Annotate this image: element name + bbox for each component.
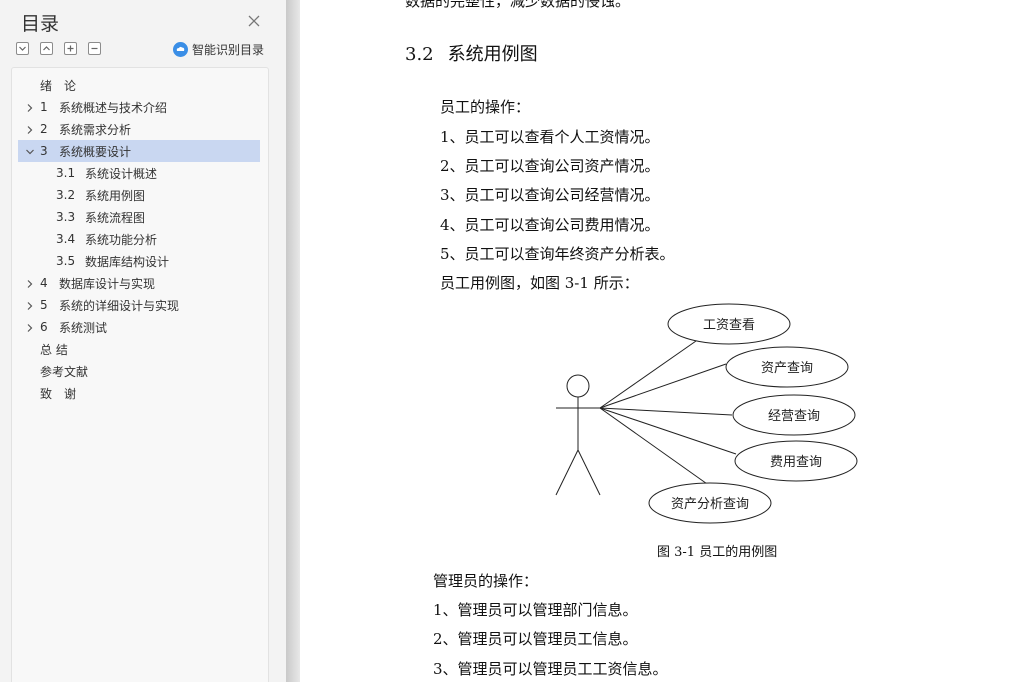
toc-item-number: 3: [40, 144, 48, 158]
toc-item-number: 3.3: [56, 210, 76, 224]
toc-item-label: 数据库设计与实现: [59, 276, 156, 291]
toc-item[interactable]: 2 系统需求分析: [18, 118, 260, 140]
toc-item-number: 3.1: [56, 166, 76, 180]
toc-item-number: 2: [40, 122, 48, 136]
toc-item[interactable]: 3.5 数据库结构设计: [18, 250, 260, 272]
toc-title: 目录: [21, 13, 60, 35]
toc-item-label: 系统流程图: [85, 210, 146, 225]
toc-item-number: 1: [40, 100, 48, 114]
chevron-right-icon[interactable]: [25, 124, 35, 134]
employee-op: 5、员工可以查询年终资产分析表。: [440, 245, 675, 263]
toc-item[interactable]: 参考文献: [18, 360, 260, 382]
toc-sidebar: 目录 智能识别目录 绪 论 1 系统概述与技术介绍 2 系统需求分析 3 系统概要设计 3.1…: [0, 0, 286, 682]
association-line: [599, 363, 727, 409]
toc-item-label: 总 结: [40, 342, 68, 357]
toc-item-number: 6: [40, 320, 48, 334]
admin-intro: 管理员的操作：: [433, 572, 539, 590]
toc-item[interactable]: 4 数据库设计与实现: [18, 272, 260, 294]
use-case: 资产查询: [725, 346, 849, 388]
association-line: [599, 407, 733, 416]
toc-item-label: 系统的详细设计与实现: [59, 298, 180, 313]
toc-list: 绪 论 1 系统概述与技术介绍 2 系统需求分析 3 系统概要设计 3.1 系统设计概述 3.2 系…: [11, 67, 269, 682]
admin-op: 3、管理员可以管理员工工资信息。: [433, 660, 668, 678]
toc-item[interactable]: 1 系统概述与技术介绍: [18, 96, 260, 118]
admin-op: 2、管理员可以管理员工信息。: [433, 630, 638, 648]
use-case-label: 费用查询: [770, 455, 822, 470]
toc-item-label: 系统测试: [59, 320, 108, 335]
partial-text-line: 数据的完整性，减少数据的侵蚀。: [405, 0, 631, 10]
admin-op: 1、管理员可以管理部门信息。: [433, 601, 638, 619]
smart-toc-button[interactable]: 智能识别目录: [173, 41, 264, 57]
use-case-diagram: 工资查看 资产查询 经营查询 费用查询 资产分析查询: [555, 303, 858, 524]
actor-figure: [555, 374, 601, 496]
toc-item[interactable]: 6 系统测试: [18, 316, 260, 338]
chevron-right-icon[interactable]: [25, 300, 35, 310]
expand-all-icon[interactable]: [40, 42, 53, 55]
chevron-right-icon[interactable]: [25, 278, 35, 288]
toc-item-label: 数据库结构设计: [85, 254, 170, 269]
chevron-down-icon[interactable]: [25, 146, 35, 156]
toc-item[interactable]: 3.4 系统功能分析: [18, 228, 260, 250]
chevron-right-icon[interactable]: [25, 322, 35, 332]
smart-recognize-icon: [173, 41, 188, 57]
toc-item-label: 系统概要设计: [59, 144, 132, 159]
toc-item[interactable]: 总 结: [18, 338, 260, 360]
employee-op: 2、员工可以查询公司资产情况。: [440, 157, 660, 175]
use-case: 工资查看: [667, 303, 791, 345]
toc-item-number: 3.5: [56, 254, 76, 268]
use-case: 资产分析查询: [648, 482, 772, 524]
use-case: 经营查询: [732, 394, 856, 436]
collapse-all-icon[interactable]: [16, 42, 29, 55]
use-case-label: 资产分析查询: [671, 497, 749, 512]
use-case-label: 工资查看: [703, 317, 755, 333]
toc-item-number: 3.2: [56, 188, 76, 202]
smart-toc-label: 智能识别目录: [192, 42, 265, 57]
toc-item-number: 5: [40, 298, 48, 312]
toc-item-label: 致 谢: [40, 386, 77, 401]
document-page[interactable]: 数据的完整性，减少数据的侵蚀。 3.2 系统用例图 员工的操作： 1、员工可以查看…: [300, 0, 1017, 682]
figure-reference: 员工用例图，如图 3-1 所示：: [440, 274, 639, 292]
remove-heading-icon[interactable]: [88, 42, 101, 55]
employee-op: 4、员工可以查询公司费用情况。: [440, 216, 660, 234]
add-heading-icon[interactable]: [64, 42, 77, 55]
page-shadow: [286, 0, 300, 682]
toc-item[interactable]: 3 系统概要设计: [18, 140, 260, 162]
toc-item-number: 4: [40, 276, 48, 290]
toc-item-label: 参考文献: [40, 364, 89, 379]
figure-caption: 图 3-1 员工的用例图: [657, 545, 778, 560]
employee-intro: 员工的操作：: [440, 98, 531, 116]
toc-item-label: 系统概述与技术介绍: [59, 100, 168, 115]
toc-item[interactable]: 3.3 系统流程图: [18, 206, 260, 228]
toc-item[interactable]: 致 谢: [18, 382, 260, 404]
association-line: [599, 407, 737, 455]
heading-number: 3.2: [405, 44, 434, 65]
toc-item[interactable]: 3.2 系统用例图: [18, 184, 260, 206]
toc-item-label: 系统设计概述: [85, 166, 158, 181]
close-icon[interactable]: [246, 13, 262, 29]
use-case: 费用查询: [734, 440, 858, 482]
toc-item[interactable]: 5 系统的详细设计与实现: [18, 294, 260, 316]
toc-item[interactable]: 绪 论: [18, 74, 260, 96]
heading-text: 系统用例图: [447, 44, 538, 65]
toc-item[interactable]: 3.1 系统设计概述: [18, 162, 260, 184]
use-case-label: 经营查询: [768, 409, 820, 424]
toc-item-label: 系统功能分析: [85, 232, 158, 247]
chevron-right-icon[interactable]: [25, 102, 35, 112]
toc-item-label: 绪 论: [40, 78, 77, 93]
association-line: [599, 340, 697, 409]
toc-item-label: 系统用例图: [85, 188, 146, 203]
association-line: [599, 407, 711, 487]
toc-item-label: 系统需求分析: [59, 122, 132, 137]
use-case-label: 资产查询: [761, 361, 813, 376]
toc-item-number: 3.4: [56, 232, 76, 246]
section-heading: 3.2 系统用例图: [405, 40, 538, 66]
employee-op: 3、员工可以查询公司经营情况。: [440, 186, 660, 204]
employee-op: 1、员工可以查看个人工资情况。: [440, 128, 660, 146]
